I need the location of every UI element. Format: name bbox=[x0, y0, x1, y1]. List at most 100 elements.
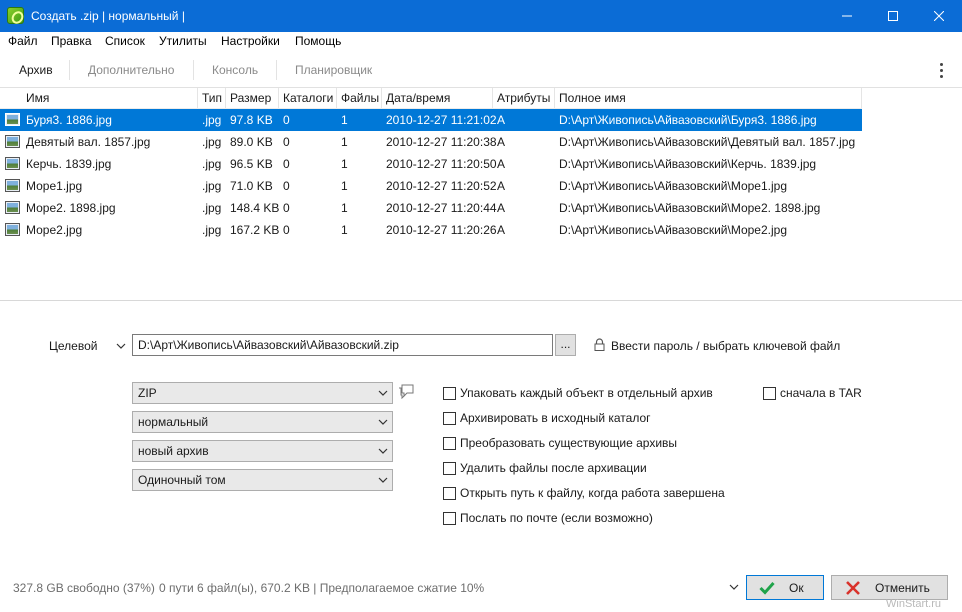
more-options-icon[interactable] bbox=[934, 60, 948, 80]
cell-dirs: 0 bbox=[283, 135, 290, 149]
option-convert-archives[interactable]: Преобразовать существующие архивы bbox=[443, 435, 677, 451]
option-open-path[interactable]: Открыть путь к файлу, когда работа завер… bbox=[443, 485, 725, 501]
close-icon bbox=[846, 580, 860, 595]
table-row[interactable]: Керчь. 1839.jpg .jpg 96.5 KB 0 1 2010-12… bbox=[0, 153, 862, 175]
window-title: Создать .zip | нормальный | bbox=[31, 9, 185, 23]
option-label: сначала в TAR bbox=[780, 386, 862, 400]
table-row[interactable]: Море2.jpg .jpg 167.2 KB 0 1 2010-12-27 1… bbox=[0, 219, 862, 241]
chevron-down-icon bbox=[378, 448, 388, 454]
cell-datetime: 2010-12-27 11:20:38 bbox=[386, 135, 497, 149]
tab-separator bbox=[193, 60, 194, 80]
minimize-button[interactable] bbox=[824, 0, 870, 32]
cell-dirs: 0 bbox=[283, 201, 290, 215]
volume-select-value: Одиночный том bbox=[138, 473, 226, 487]
menu-settings[interactable]: Настройки bbox=[221, 34, 280, 48]
comment-icon[interactable] bbox=[398, 384, 415, 399]
table-row[interactable]: Море1.jpg .jpg 71.0 KB 0 1 2010-12-27 11… bbox=[0, 175, 862, 197]
minimize-icon bbox=[842, 15, 852, 17]
compression-select[interactable]: нормальный bbox=[132, 411, 393, 433]
ok-button[interactable]: Ок bbox=[746, 575, 824, 600]
image-file-icon bbox=[5, 179, 20, 192]
password-link[interactable]: Ввести пароль / выбрать ключевой файл bbox=[611, 339, 840, 353]
cell-name: Море2. 1898.jpg bbox=[26, 201, 116, 215]
checkbox[interactable] bbox=[443, 386, 456, 400]
format-select-value: ZIP bbox=[138, 386, 157, 400]
column-header-fullname[interactable]: Полное имя bbox=[555, 88, 862, 108]
cell-type: .jpg bbox=[202, 179, 222, 193]
table-row[interactable]: Буря3. 1886.jpg .jpg 97.8 KB 0 1 2010-12… bbox=[0, 109, 862, 131]
column-header-name[interactable]: Имя bbox=[22, 88, 198, 108]
chevron-down-icon[interactable] bbox=[729, 582, 739, 592]
volume-select[interactable]: Одиночный том bbox=[132, 469, 393, 491]
cell-fullname: D:\Арт\Живопись\Айвазовский\Море1.jpg bbox=[559, 179, 787, 193]
menu-utilities[interactable]: Утилиты bbox=[159, 34, 207, 48]
tab-advanced[interactable]: Дополнительно bbox=[88, 63, 174, 77]
checkmark-icon bbox=[759, 581, 775, 595]
archive-mode-select[interactable]: новый архив bbox=[132, 440, 393, 462]
cell-datetime: 2010-12-27 11:20:26 bbox=[386, 223, 497, 237]
cell-dirs: 0 bbox=[283, 157, 290, 171]
menu-file[interactable]: Файл bbox=[8, 34, 38, 48]
option-archive-to-source[interactable]: Архивировать в исходный каталог bbox=[443, 410, 651, 426]
compression-select-value: нормальный bbox=[138, 415, 209, 429]
cell-name: Керчь. 1839.jpg bbox=[26, 157, 112, 171]
chevron-down-icon bbox=[378, 419, 388, 425]
cell-name: Море1.jpg bbox=[26, 179, 83, 193]
table-row[interactable]: Девятый вал. 1857.jpg .jpg 89.0 KB 0 1 2… bbox=[0, 131, 862, 153]
cell-size: 89.0 KB bbox=[230, 135, 273, 149]
cell-files: 1 bbox=[341, 223, 348, 237]
column-header-size[interactable]: Размер bbox=[226, 88, 279, 108]
watermark: WinStart.ru bbox=[886, 598, 942, 610]
checkbox[interactable] bbox=[443, 461, 456, 475]
cell-size: 97.8 KB bbox=[230, 113, 273, 127]
close-button[interactable] bbox=[916, 0, 962, 32]
tab-scheduler[interactable]: Планировщик bbox=[295, 63, 372, 77]
cell-dirs: 0 bbox=[283, 223, 290, 237]
image-file-icon bbox=[5, 135, 20, 148]
tab-archive[interactable]: Архив bbox=[19, 63, 53, 77]
menu-edit[interactable]: Правка bbox=[51, 34, 92, 48]
cell-datetime: 2010-12-27 11:20:50 bbox=[386, 157, 497, 171]
option-label: Упаковать каждый объект в отдельный архи… bbox=[460, 386, 713, 400]
chevron-down-icon bbox=[378, 390, 388, 396]
destination-path-input[interactable]: D:\Арт\Живопись\Айвазовский\Айвазовский.… bbox=[132, 334, 553, 356]
close-icon bbox=[934, 11, 944, 21]
column-header-files[interactable]: Файлы bbox=[337, 88, 382, 108]
cell-files: 1 bbox=[341, 135, 348, 149]
tab-console[interactable]: Консоль bbox=[212, 63, 258, 77]
column-header-dirs[interactable]: Каталоги bbox=[279, 88, 337, 108]
column-header-type[interactable]: Тип bbox=[198, 88, 226, 108]
option-tar-first[interactable]: сначала в TAR bbox=[763, 385, 862, 401]
option-send-email[interactable]: Послать по почте (если возможно) bbox=[443, 510, 653, 526]
menu-list[interactable]: Список bbox=[105, 34, 145, 48]
cancel-button[interactable]: Отменить bbox=[831, 575, 948, 600]
checkbox[interactable] bbox=[443, 411, 456, 425]
destination-label: Целевой bbox=[49, 339, 98, 353]
maximize-button[interactable] bbox=[870, 0, 916, 32]
app-icon bbox=[7, 7, 24, 24]
menu-help[interactable]: Помощь bbox=[295, 34, 341, 48]
cell-name: Буря3. 1886.jpg bbox=[26, 113, 112, 127]
column-header-datetime[interactable]: Дата/время bbox=[382, 88, 493, 108]
cancel-button-label: Отменить bbox=[875, 580, 930, 595]
checkbox[interactable] bbox=[443, 486, 456, 500]
column-header-attributes[interactable]: Атрибуты bbox=[493, 88, 555, 108]
chevron-down-icon bbox=[378, 477, 388, 483]
cell-attributes: A bbox=[497, 201, 506, 215]
checkbox[interactable] bbox=[763, 386, 776, 400]
cell-type: .jpg bbox=[202, 157, 222, 171]
option-separate-archives[interactable]: Упаковать каждый объект в отдельный архи… bbox=[443, 385, 713, 401]
chevron-down-icon[interactable] bbox=[116, 341, 126, 351]
browse-button[interactable]: ... bbox=[555, 334, 576, 356]
checkbox[interactable] bbox=[443, 511, 456, 525]
ok-button-label: Ок bbox=[789, 580, 804, 595]
checkbox[interactable] bbox=[443, 436, 456, 450]
table-row[interactable]: Море2. 1898.jpg .jpg 148.4 KB 0 1 2010-1… bbox=[0, 197, 862, 219]
cell-size: 96.5 KB bbox=[230, 157, 273, 171]
cell-attributes: A bbox=[497, 223, 506, 237]
option-label: Преобразовать существующие архивы bbox=[460, 436, 678, 450]
option-delete-files[interactable]: Удалить файлы после архивации bbox=[443, 460, 647, 476]
cell-type: .jpg bbox=[202, 113, 222, 127]
free-space-status: 327.8 GB свободно (37%) bbox=[13, 581, 155, 595]
format-select[interactable]: ZIP bbox=[132, 382, 393, 404]
